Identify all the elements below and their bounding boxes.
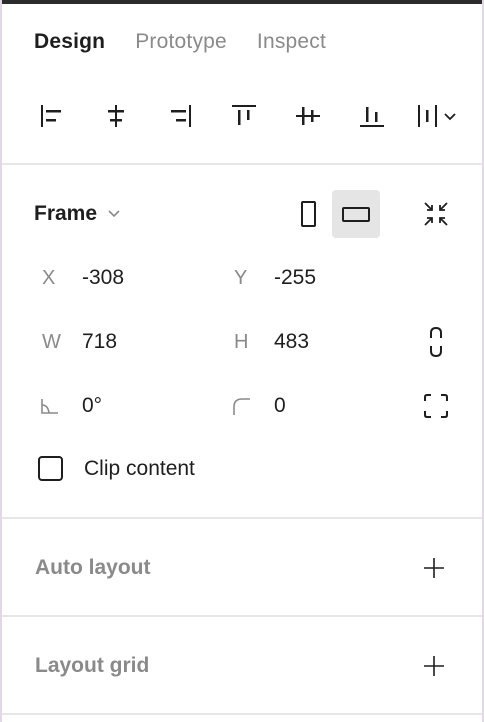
x-value[interactable]: -308 xyxy=(82,266,192,290)
h-label: H xyxy=(234,330,249,353)
plus-icon xyxy=(424,558,444,578)
align-top-icon xyxy=(232,105,256,125)
align-bottom-icon xyxy=(360,107,384,127)
design-panel: Design Prototype Inspect Frame X -308 Y … xyxy=(0,0,484,722)
frame-type-dropdown[interactable]: Frame xyxy=(34,202,121,226)
portrait-orientation-button[interactable] xyxy=(285,190,333,238)
rotation-icon xyxy=(34,396,82,416)
frame-title: Frame xyxy=(34,202,98,225)
portrait-icon xyxy=(301,201,316,227)
y-position-field[interactable]: Y -255 xyxy=(226,262,384,294)
align-bottom-button[interactable] xyxy=(352,96,392,136)
w-value[interactable]: 718 xyxy=(82,330,192,354)
link-icon xyxy=(430,326,442,358)
width-field[interactable]: W 718 xyxy=(34,326,192,358)
resize-to-fit-icon xyxy=(424,202,448,226)
align-vertical-center-button[interactable] xyxy=(288,96,328,136)
tab-inspect[interactable]: Inspect xyxy=(257,30,326,54)
divider xyxy=(2,615,482,617)
h-value[interactable]: 483 xyxy=(274,330,384,354)
rotation-value[interactable]: 0° xyxy=(82,394,192,418)
align-top-button[interactable] xyxy=(224,96,264,136)
clip-content-label: Clip content xyxy=(84,456,195,480)
corner-radius-field[interactable]: 0 xyxy=(226,390,384,422)
align-left-button[interactable] xyxy=(32,96,72,136)
align-horizontal-center-icon xyxy=(108,105,124,127)
landscape-orientation-button[interactable] xyxy=(332,190,380,238)
layout-grid-title: Layout grid xyxy=(35,654,150,677)
independent-corners-icon xyxy=(424,394,448,418)
clip-content-checkbox[interactable] xyxy=(38,456,63,481)
distribute-dropdown-button[interactable] xyxy=(414,96,464,136)
w-label: W xyxy=(42,330,61,353)
divider xyxy=(2,163,482,165)
align-horizontal-center-button[interactable] xyxy=(96,96,136,136)
chevron-down-icon xyxy=(107,209,121,219)
tab-prototype[interactable]: Prototype xyxy=(135,30,227,54)
align-right-button[interactable] xyxy=(160,96,200,136)
height-field[interactable]: H 483 xyxy=(226,326,384,358)
constrain-proportions-button[interactable] xyxy=(412,318,460,366)
y-value[interactable]: -255 xyxy=(274,266,384,290)
align-vertical-center-icon xyxy=(296,107,320,125)
add-auto-layout-button[interactable] xyxy=(412,546,456,590)
plus-icon xyxy=(424,656,444,676)
independent-corners-button[interactable] xyxy=(412,382,460,430)
top-bar xyxy=(2,0,482,4)
landscape-icon xyxy=(342,207,370,222)
clip-content-toggle[interactable]: Clip content xyxy=(38,456,195,481)
corner-radius-icon xyxy=(226,395,274,417)
divider xyxy=(2,713,482,715)
x-position-field[interactable]: X -308 xyxy=(34,262,192,294)
align-right-icon xyxy=(171,105,191,127)
add-layout-grid-button[interactable] xyxy=(412,644,456,688)
y-label: Y xyxy=(234,266,248,289)
corner-radius-value[interactable]: 0 xyxy=(274,394,384,418)
panel-tabs: Design Prototype Inspect xyxy=(34,30,356,54)
x-label: X xyxy=(42,266,56,289)
divider xyxy=(2,517,482,519)
auto-layout-title: Auto layout xyxy=(35,556,151,579)
alignment-toolbar xyxy=(32,96,464,136)
rotation-field[interactable]: 0° xyxy=(34,390,192,422)
resize-to-fit-button[interactable] xyxy=(412,190,460,238)
align-left-icon xyxy=(41,105,61,127)
distribute-dropdown-icon xyxy=(418,105,456,127)
tab-design[interactable]: Design xyxy=(34,30,105,54)
